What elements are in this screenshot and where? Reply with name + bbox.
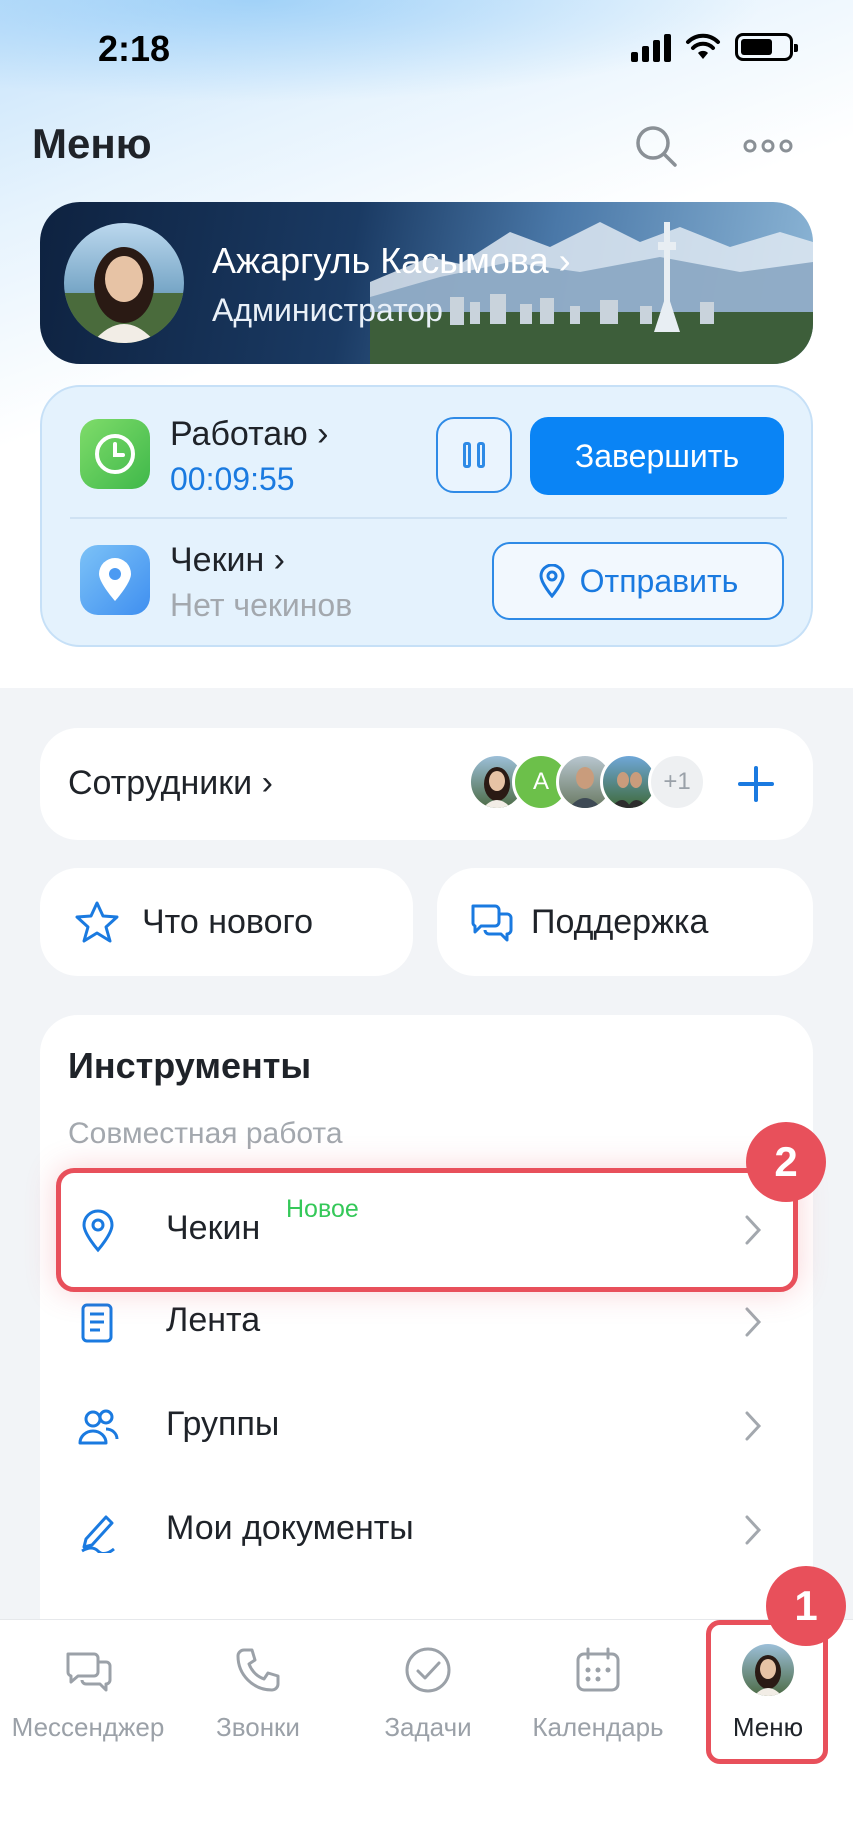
- staff-card[interactable]: Сотрудники › А +1: [40, 728, 813, 840]
- more-icon[interactable]: [740, 118, 796, 174]
- work-status-card: Работаю › 00:09:55 Завершить Чекин › Нет…: [40, 385, 813, 647]
- chat-icon: [66, 1652, 112, 1692]
- tab-calendar[interactable]: Календарь: [513, 1620, 683, 1750]
- more-staff-count: +1: [648, 753, 706, 811]
- chevron-right-icon: [745, 1515, 762, 1545]
- status-icons: [631, 32, 798, 62]
- staff-avatars: А +1: [468, 753, 706, 811]
- tab-label: Календарь: [532, 1712, 664, 1742]
- chevron-right-icon: [745, 1411, 762, 1441]
- status-time: 2:18: [98, 28, 171, 69]
- send-label: Отправить: [579, 562, 739, 599]
- tab-label: Звонки: [216, 1712, 300, 1742]
- tool-item-documents[interactable]: Мои документы: [40, 1485, 813, 1575]
- support-button[interactable]: Поддержка: [437, 868, 813, 976]
- step-badge-1: 1: [766, 1566, 846, 1646]
- checkin-label[interactable]: Чекин ›: [170, 541, 285, 580]
- tool-label: Лента: [166, 1301, 261, 1339]
- tool-label: Группы: [166, 1405, 280, 1443]
- battery-icon: [735, 33, 798, 61]
- tab-messenger[interactable]: Мессенджер: [3, 1620, 173, 1750]
- tab-label: Мессенджер: [11, 1712, 165, 1742]
- whats-new-label: Что нового: [142, 903, 314, 941]
- profile-role: Администратор: [212, 292, 443, 328]
- chat-bubbles-icon: [471, 904, 513, 942]
- divider: [70, 517, 787, 519]
- status-bar: 2:18: [0, 0, 853, 100]
- tools-subtitle: Совместная работа: [68, 1117, 343, 1150]
- wifi-icon: [686, 33, 720, 59]
- signal-icon: [631, 32, 671, 62]
- whats-new-button[interactable]: Что нового: [40, 868, 413, 976]
- highlight-checkin: [56, 1168, 798, 1292]
- page-title: Меню: [32, 120, 152, 167]
- tools-title: Инструменты: [68, 1045, 312, 1086]
- location-icon: [80, 545, 150, 615]
- profile-name: Ажаргуль Касымова ›: [212, 240, 571, 281]
- check-circle-icon: [405, 1647, 451, 1693]
- star-icon: [75, 901, 119, 943]
- support-label: Поддержка: [531, 903, 709, 941]
- work-status-label[interactable]: Работаю ›: [170, 415, 328, 454]
- feed-icon: [81, 1303, 113, 1343]
- chevron-right-icon: [745, 1307, 762, 1337]
- clock-icon: [80, 419, 150, 489]
- search-icon[interactable]: [628, 118, 684, 174]
- tools-card: Инструменты Совместная работа Чекин Ново…: [40, 1015, 813, 1715]
- tab-calls[interactable]: Звонки: [173, 1620, 343, 1750]
- work-timer: 00:09:55: [170, 461, 295, 497]
- pause-button[interactable]: [436, 417, 512, 493]
- add-staff-icon[interactable]: [734, 762, 778, 806]
- tool-item-groups[interactable]: Группы: [40, 1381, 813, 1471]
- tool-label: Мои документы: [166, 1509, 414, 1547]
- pen-icon: [81, 1515, 115, 1553]
- tab-tasks[interactable]: Задачи: [343, 1620, 513, 1750]
- calendar-icon: [576, 1647, 620, 1692]
- avatar: [64, 223, 184, 343]
- phone-icon: [236, 1648, 280, 1692]
- tab-label: Задачи: [384, 1712, 472, 1742]
- groups-icon: [78, 1409, 119, 1445]
- checkin-status: Нет чекинов: [170, 587, 353, 623]
- pin-icon: [539, 564, 565, 598]
- send-checkin-button[interactable]: Отправить: [492, 542, 784, 620]
- staff-label: Сотрудники ›: [68, 764, 273, 802]
- finish-button[interactable]: Завершить: [530, 417, 784, 495]
- step-badge-2: 2: [746, 1122, 826, 1202]
- profile-card[interactable]: Ажаргуль Касымова › Администратор: [40, 202, 813, 364]
